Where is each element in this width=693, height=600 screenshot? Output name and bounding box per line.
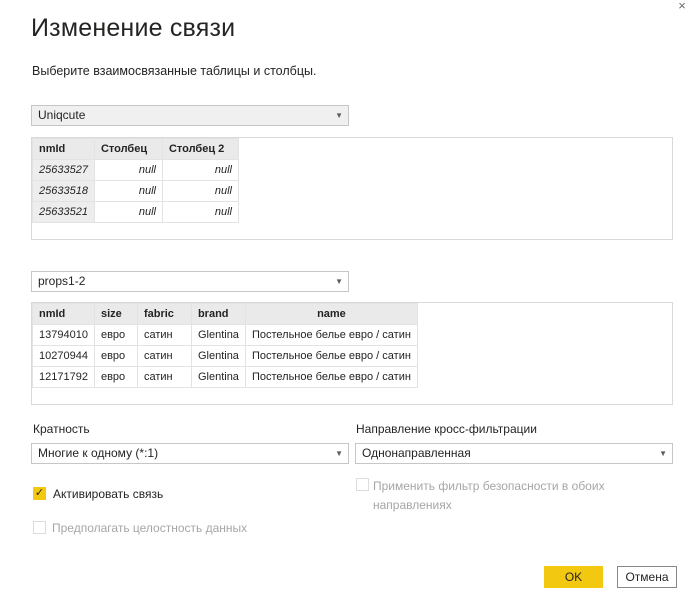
ok-button[interactable]: OK [544,566,603,588]
integrity-label: Предполагать целостность данных [52,521,248,535]
table-cell: Glentina [190,345,246,367]
table-cell: Постельное белье евро / сатин [244,324,418,346]
column-header[interactable]: brand [190,303,246,325]
table2-select-value: props1-2 [38,274,86,288]
column-header[interactable]: nmId [32,138,95,160]
checkmark-icon: ✓ [34,487,45,499]
table-row: 12171792 евро сатин Glentina Постельное бель… [32,366,418,388]
table-row: 25633521 null null [32,201,239,223]
table2-grid: nmId size fabric brand name 13794010 евро с… [32,303,418,388]
table2-select[interactable]: props1-2 ▼ [31,271,349,292]
table1-grid: nmId Столбец Столбец 2 25633527 null nul… [32,138,239,223]
table-cell: null [161,159,239,181]
table-cell: null [93,159,163,181]
table-cell: Glentina [190,324,246,346]
cardinality-select[interactable]: Многие к одному (*:1) ▼ [31,443,349,464]
security-filter-label-line1: Применить фильтр безопасности в обоих [373,479,605,493]
table-header-row: nmId Столбец Столбец 2 [32,138,239,160]
table-header-row: nmId size fabric brand name [32,303,418,325]
dialog-subtitle: Выберите взаимосвязанные таблицы и столб… [32,64,317,78]
table-row: 13794010 евро сатин Glentina Постельное бель… [32,324,418,346]
table-cell: 12171792 [32,366,95,388]
column-header[interactable]: Столбец 2 [161,138,239,160]
close-icon[interactable]: × [671,0,693,14]
table-cell: Постельное белье евро / сатин [244,366,418,388]
table-cell: сатин [136,324,192,346]
cardinality-label: Кратность [33,422,90,436]
table-cell: евро [93,324,138,346]
table-cell: евро [93,345,138,367]
activate-label[interactable]: Активировать связь [53,487,163,501]
integrity-checkbox[interactable] [33,521,46,534]
table-row: 25633527 null null [32,159,239,181]
edit-relationship-dialog: × Изменение связи Выберите взаимосвязанн… [0,0,693,600]
table-cell: Glentina [190,366,246,388]
chevron-down-icon: ▼ [659,449,667,458]
table-cell: сатин [136,345,192,367]
security-filter-checkbox[interactable] [356,478,369,491]
table-cell: 10270944 [32,345,95,367]
table-cell: 25633527 [32,159,95,181]
table-cell: null [161,201,239,223]
table1-select-value: Uniqcute [38,108,86,122]
column-header[interactable]: name [244,303,418,325]
crossfilter-select[interactable]: Однонаправленная ▼ [355,443,673,464]
table-cell: Постельное белье евро / сатин [244,345,418,367]
table-cell: 25633521 [32,201,95,223]
chevron-down-icon: ▼ [335,277,343,286]
table-cell: евро [93,366,138,388]
security-filter-label: Применить фильтр безопасности в обоих на… [373,477,605,515]
table-cell: 13794010 [32,324,95,346]
table2-preview: nmId size fabric brand name 13794010 евро с… [31,302,673,405]
cardinality-select-value: Многие к одному (*:1) [38,446,159,460]
cancel-button[interactable]: Отмена [617,566,677,588]
table1-preview: nmId Столбец Столбец 2 25633527 null nul… [31,137,673,240]
table-cell: 25633518 [32,180,95,202]
table-cell: null [93,180,163,202]
table-cell: null [93,201,163,223]
chevron-down-icon: ▼ [335,449,343,458]
table-row: 10270944 евро сатин Glentina Постельное бель… [32,345,418,367]
crossfilter-label: Направление кросс-фильтрации [356,422,537,436]
table-cell: null [161,180,239,202]
dialog-title: Изменение связи [31,14,236,42]
column-header[interactable]: size [93,303,138,325]
column-header[interactable]: nmId [32,303,95,325]
activate-checkbox[interactable]: ✓ [33,487,46,500]
table-cell: сатин [136,366,192,388]
column-header[interactable]: Столбец [93,138,163,160]
column-header[interactable]: fabric [136,303,192,325]
table-row: 25633518 null null [32,180,239,202]
chevron-down-icon: ▼ [335,111,343,120]
crossfilter-select-value: Однонаправленная [362,446,471,460]
table1-select[interactable]: Uniqcute ▼ [31,105,349,126]
security-filter-label-line2: направлениях [373,498,452,512]
